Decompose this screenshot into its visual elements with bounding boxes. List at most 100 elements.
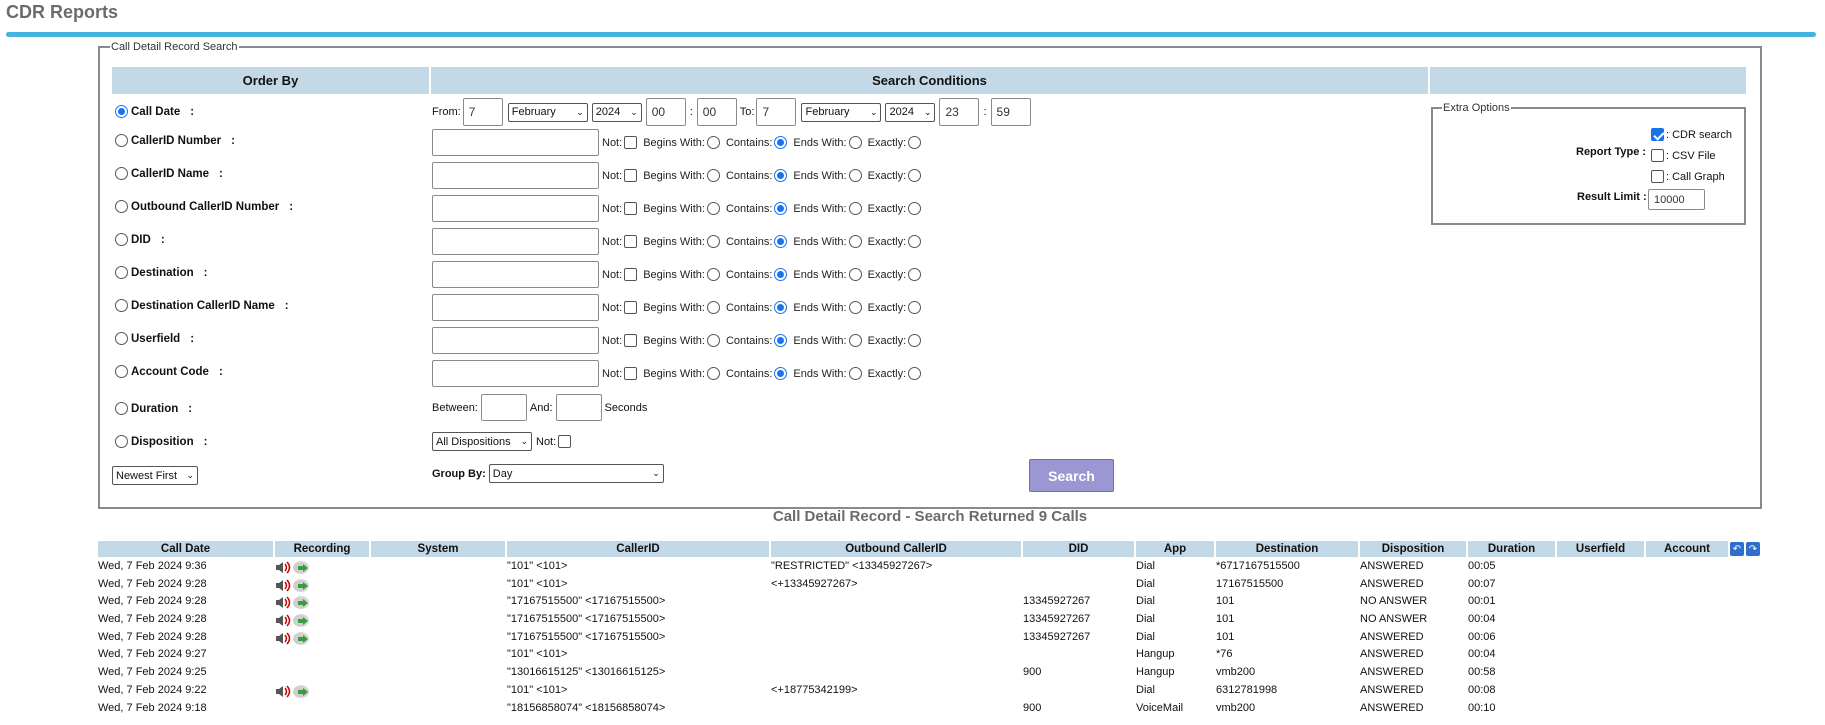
ends-with-radio[interactable] bbox=[848, 301, 862, 314]
order-field-5[interactable]: Destination CallerID Name: bbox=[115, 299, 289, 312]
contains-radio[interactable] bbox=[774, 367, 788, 380]
order-duration-radio[interactable] bbox=[115, 402, 128, 415]
download-icon[interactable] bbox=[293, 614, 309, 628]
not-checkbox[interactable] bbox=[624, 202, 638, 215]
to-month-select[interactable]: February ⌄ bbox=[801, 102, 882, 122]
table-row[interactable]: Wed, 7 Feb 2024 9:18 "18156858074" <18156… bbox=[98, 700, 1762, 718]
begins-with-radio[interactable] bbox=[706, 367, 720, 380]
ends-with-radio[interactable] bbox=[848, 169, 862, 182]
order-radio[interactable] bbox=[115, 299, 128, 312]
order-call-date-radio[interactable] bbox=[115, 105, 128, 118]
from-day-input[interactable]: 7 bbox=[462, 98, 503, 126]
begins-with-radio[interactable] bbox=[706, 235, 720, 248]
begins-with-radio[interactable] bbox=[706, 169, 720, 182]
duration-min-input[interactable] bbox=[480, 394, 527, 421]
not-checkbox[interactable] bbox=[624, 169, 638, 182]
order-radio[interactable] bbox=[115, 365, 128, 378]
begins-with-radio[interactable] bbox=[706, 301, 720, 314]
order-field-2[interactable]: Outbound CallerID Number: bbox=[115, 200, 293, 213]
exactly-radio[interactable] bbox=[908, 136, 922, 149]
from-hour-input[interactable]: 00 bbox=[645, 98, 686, 126]
begins-with-radio[interactable] bbox=[706, 268, 720, 281]
to-hour-input[interactable]: 23 bbox=[939, 98, 980, 126]
not-checkbox[interactable] bbox=[624, 301, 638, 314]
order-radio[interactable] bbox=[115, 266, 128, 279]
download-icon[interactable] bbox=[293, 684, 309, 698]
ends-with-radio[interactable] bbox=[848, 367, 862, 380]
exactly-radio[interactable] bbox=[908, 334, 922, 347]
call-graph-option[interactable]: : Call Graph bbox=[1651, 170, 1725, 183]
order-radio[interactable] bbox=[115, 134, 128, 147]
not-checkbox[interactable] bbox=[624, 235, 638, 248]
contains-radio[interactable] bbox=[774, 169, 788, 182]
contains-radio[interactable] bbox=[774, 334, 788, 347]
speaker-icon[interactable] bbox=[275, 632, 292, 645]
disposition-select[interactable]: All Dispositions ⌄ bbox=[432, 432, 532, 451]
order-field-0[interactable]: CallerID Number: bbox=[115, 134, 235, 147]
from-minute-input[interactable]: 00 bbox=[696, 98, 737, 126]
order-radio[interactable] bbox=[115, 200, 128, 213]
order-field-4[interactable]: Destination: bbox=[115, 266, 207, 279]
table-row[interactable]: Wed, 7 Feb 2024 9:27 "101" <101> Hangup *76… bbox=[98, 646, 1762, 664]
condition-input[interactable] bbox=[432, 327, 599, 354]
table-row[interactable]: Wed, 7 Feb 2024 9:28 "17167515500" <17167… bbox=[98, 629, 1762, 647]
exactly-radio[interactable] bbox=[908, 301, 922, 314]
condition-input[interactable] bbox=[432, 261, 599, 288]
csv-file-checkbox[interactable] bbox=[1651, 149, 1664, 162]
result-limit-input[interactable]: 10000 bbox=[1648, 189, 1705, 210]
not-checkbox[interactable] bbox=[624, 136, 638, 149]
begins-with-radio[interactable] bbox=[706, 136, 720, 149]
ends-with-radio[interactable] bbox=[848, 334, 862, 347]
contains-radio[interactable] bbox=[774, 301, 788, 314]
condition-input[interactable] bbox=[432, 195, 599, 222]
contains-radio[interactable] bbox=[774, 235, 788, 248]
not-checkbox[interactable] bbox=[624, 268, 638, 281]
to-day-input[interactable]: 7 bbox=[756, 98, 797, 126]
order-field-1[interactable]: CallerID Name: bbox=[115, 167, 223, 180]
table-row[interactable]: Wed, 7 Feb 2024 9:28 "17167515500" <17167… bbox=[98, 593, 1762, 611]
order-duration[interactable]: Duration : bbox=[115, 402, 192, 415]
download-icon[interactable] bbox=[293, 596, 309, 610]
order-radio[interactable] bbox=[115, 233, 128, 246]
contains-radio[interactable] bbox=[774, 268, 788, 281]
speaker-icon[interactable] bbox=[275, 596, 292, 609]
download-icon[interactable] bbox=[293, 578, 309, 592]
group-by-select[interactable]: Day ⌄ bbox=[488, 464, 664, 483]
ends-with-radio[interactable] bbox=[848, 202, 862, 215]
order-field-6[interactable]: Userfield: bbox=[115, 332, 194, 345]
order-radio[interactable] bbox=[115, 332, 128, 345]
speaker-icon[interactable] bbox=[275, 579, 292, 592]
download-icon[interactable] bbox=[293, 561, 309, 574]
contains-radio[interactable] bbox=[774, 202, 788, 215]
order-disposition[interactable]: Disposition : bbox=[115, 435, 207, 448]
sort-ascending-icon[interactable]: ↶ bbox=[1730, 542, 1744, 556]
begins-with-radio[interactable] bbox=[706, 334, 720, 347]
order-call-date[interactable]: Call Date : bbox=[115, 105, 194, 118]
exactly-radio[interactable] bbox=[908, 268, 922, 281]
table-row[interactable]: Wed, 7 Feb 2024 9:36 "101" <101> "RESTRICT… bbox=[98, 558, 1762, 576]
begins-with-radio[interactable] bbox=[706, 202, 720, 215]
exactly-radio[interactable] bbox=[908, 202, 922, 215]
order-radio[interactable] bbox=[115, 167, 128, 180]
not-checkbox[interactable] bbox=[624, 367, 638, 380]
from-year-select[interactable]: 2024 ⌄ bbox=[591, 102, 642, 122]
sort-descending-icon[interactable]: ↷ bbox=[1746, 542, 1760, 556]
speaker-icon[interactable] bbox=[275, 685, 292, 698]
contains-radio[interactable] bbox=[774, 136, 788, 149]
condition-input[interactable] bbox=[432, 360, 599, 387]
cdr-search-checkbox[interactable] bbox=[1651, 128, 1664, 141]
order-field-3[interactable]: DID: bbox=[115, 233, 165, 246]
condition-input[interactable] bbox=[432, 294, 599, 321]
cdr-search-option[interactable]: : CDR search bbox=[1651, 128, 1732, 141]
sort-order-select[interactable]: Newest First ⌄ bbox=[112, 466, 198, 485]
condition-input[interactable] bbox=[432, 129, 599, 156]
to-minute-input[interactable]: 59 bbox=[990, 98, 1031, 126]
search-button[interactable]: Search bbox=[1029, 459, 1114, 492]
table-row[interactable]: Wed, 7 Feb 2024 9:28 "101" <101> <+1334592… bbox=[98, 576, 1762, 594]
exactly-radio[interactable] bbox=[908, 169, 922, 182]
csv-file-option[interactable]: : CSV File bbox=[1651, 149, 1716, 162]
duration-max-input[interactable] bbox=[555, 394, 602, 421]
from-month-select[interactable]: February ⌄ bbox=[507, 102, 588, 122]
not-checkbox[interactable] bbox=[624, 334, 638, 347]
condition-input[interactable] bbox=[432, 228, 599, 255]
